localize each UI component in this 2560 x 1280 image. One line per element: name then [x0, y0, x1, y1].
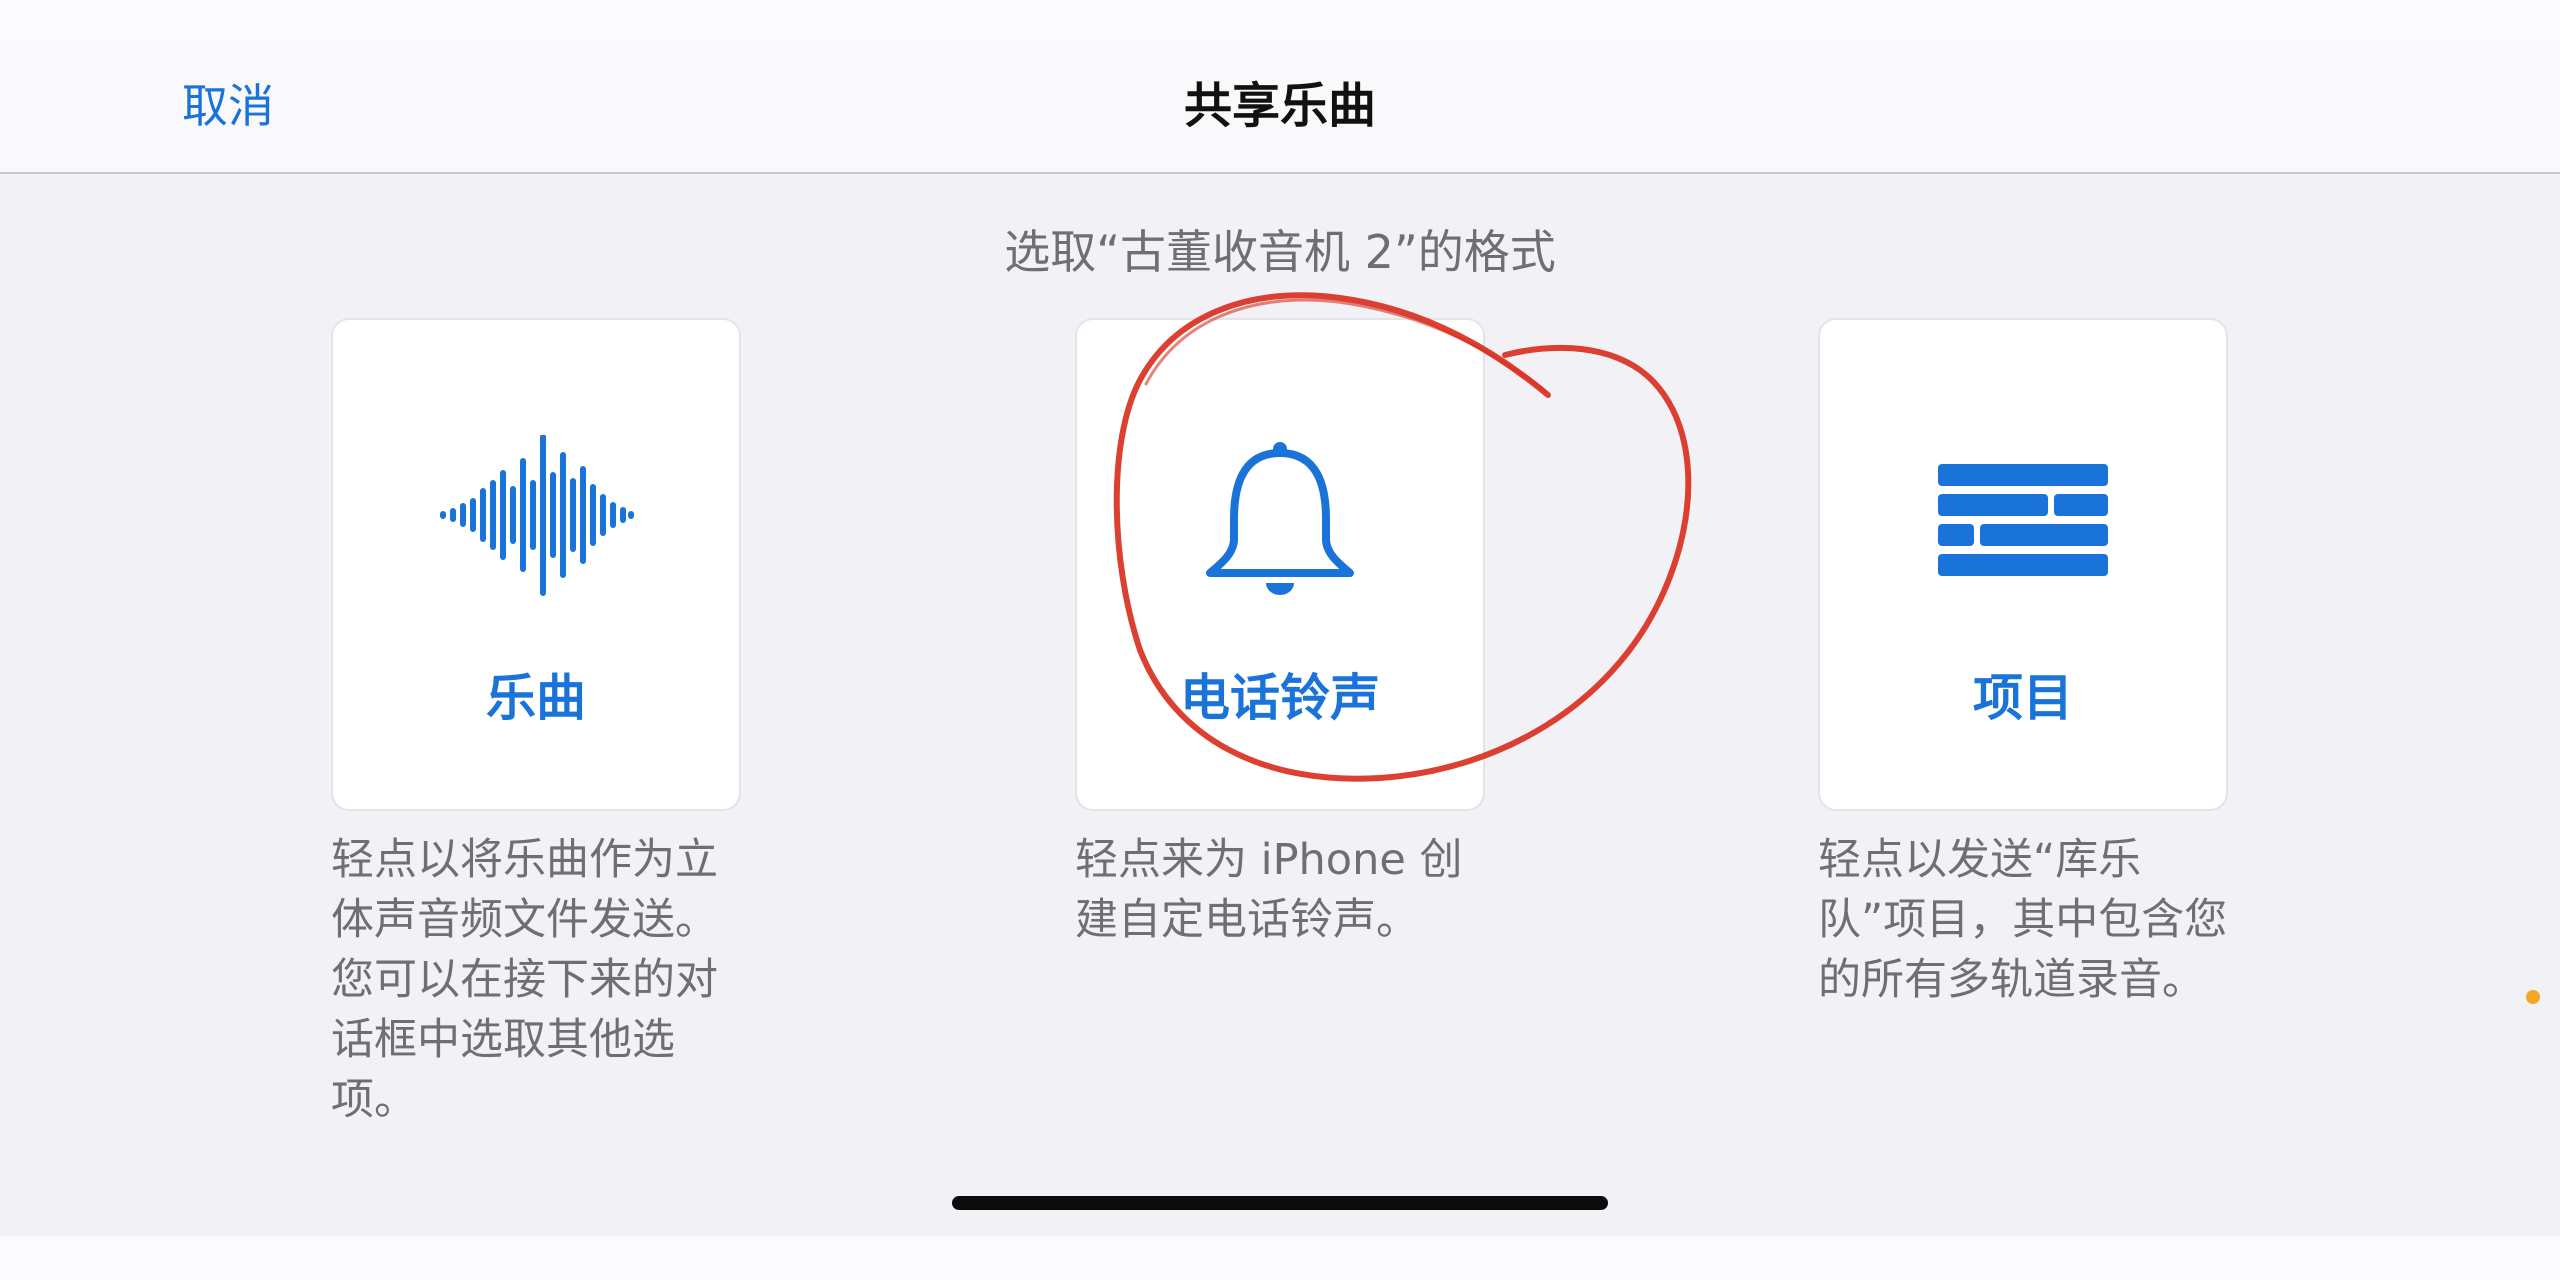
waveform-icon	[333, 420, 739, 620]
status-bar-area	[0, 0, 2560, 46]
option-card-project[interactable]: 项目	[1818, 318, 2228, 811]
option-card-ringtone[interactable]: 电话铃声	[1075, 318, 1485, 811]
option-label: 电话铃声	[1180, 669, 1380, 727]
bricks-icon	[1820, 420, 2226, 620]
format-prompt: 选取“古董收音机 2”的格式	[1004, 225, 1556, 279]
navigation-bar: 取消 共享乐曲	[0, 46, 2560, 174]
bell-icon	[1077, 420, 1483, 620]
option-card-song[interactable]: 乐曲	[331, 318, 741, 811]
option-label: 项目	[1973, 669, 2073, 727]
option-description: 轻点来为 iPhone 创建自定电话铃声。	[1075, 835, 1463, 945]
edge-indicator-dot	[2526, 990, 2540, 1004]
home-indicator[interactable]	[952, 1196, 1608, 1210]
page-title: 共享乐曲	[1183, 78, 1376, 134]
option-label: 乐曲	[486, 669, 586, 727]
option-description: 轻点以发送“库乐队”项目，其中包含您的所有多轨道录音。	[1818, 835, 2228, 1005]
option-description: 轻点以将乐曲作为立体声音频文件发送。您可以在接下来的对话框中选取其他选项。	[331, 835, 718, 1125]
bottom-area	[0, 1236, 2560, 1280]
